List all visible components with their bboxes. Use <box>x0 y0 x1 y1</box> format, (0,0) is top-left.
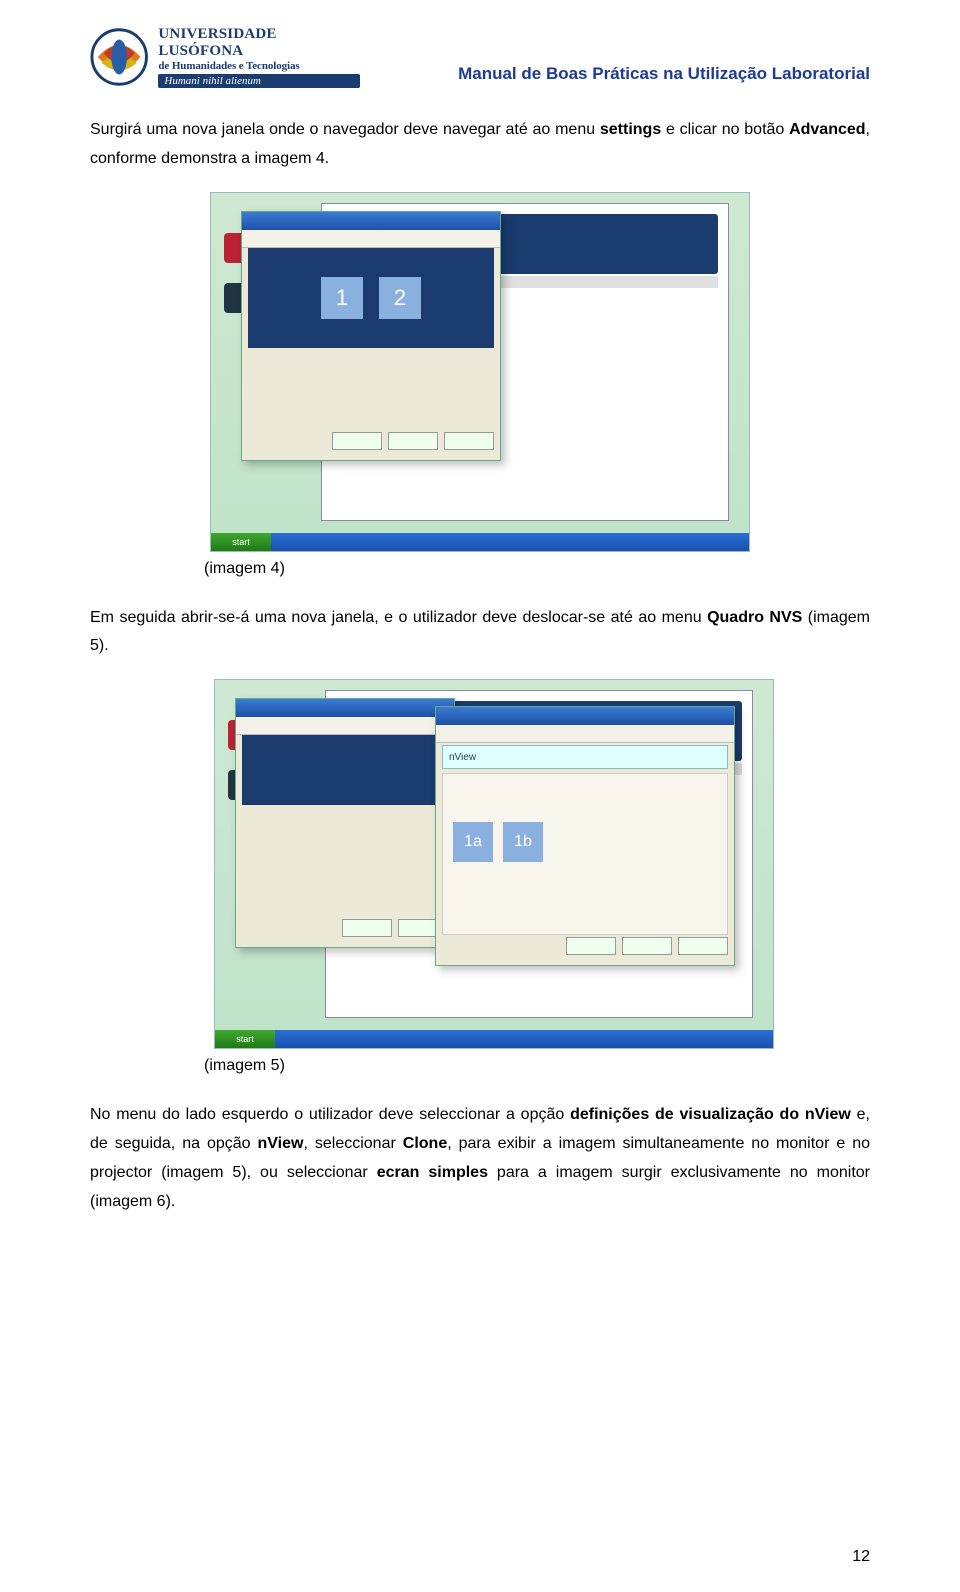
paragraph-3: No menu do lado esquerdo o utilizador de… <box>90 1101 870 1216</box>
screenshot-image-4: 1 2 start <box>210 192 750 552</box>
paragraph-2: Em seguida abrir-se-á uma nova janela, e… <box>90 604 870 662</box>
start-button: start <box>215 1030 275 1048</box>
university-subname: de Humanidades e Tecnologias <box>158 60 360 72</box>
monitor-1-icon: 1 <box>321 277 363 319</box>
university-logo: UNIVERSIDADE LUSÓFONA de Humanidades e T… <box>90 20 360 94</box>
logo-globe-icon <box>90 27 148 87</box>
page-header: UNIVERSIDADE LUSÓFONA de Humanidades e T… <box>90 20 870 94</box>
university-motto: Humani nihil alienum <box>158 74 360 88</box>
monitor-1b-icon: 1b <box>503 822 543 862</box>
screenshot-image-5: nView 1a 1b start <box>214 679 774 1049</box>
caption-image-4: (imagem 4) <box>204 560 870 578</box>
caption-image-5: (imagem 5) <box>204 1057 870 1075</box>
monitor-1a-icon: 1a <box>453 822 493 862</box>
page-number: 12 <box>852 1548 870 1566</box>
nview-label: nView <box>442 745 728 769</box>
start-button: start <box>211 533 271 551</box>
paragraph-1: Surgirá uma nova janela onde o navegador… <box>90 116 870 174</box>
document-title: Manual de Boas Práticas na Utilização La… <box>458 64 870 84</box>
university-name: UNIVERSIDADE LUSÓFONA <box>158 26 360 60</box>
logo-text: UNIVERSIDADE LUSÓFONA de Humanidades e T… <box>158 26 360 88</box>
monitor-2-icon: 2 <box>379 277 421 319</box>
